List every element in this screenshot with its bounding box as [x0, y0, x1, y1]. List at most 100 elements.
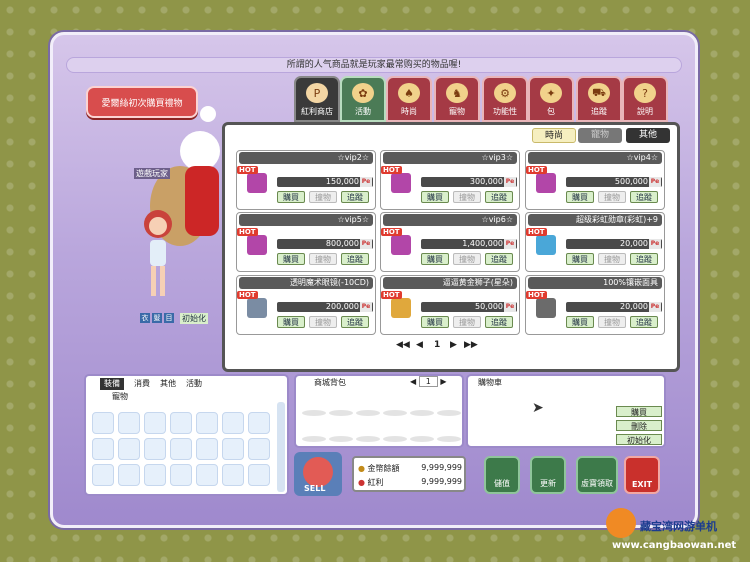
product-card[interactable]: ☆vip5☆ HOT 800,000 Pe 購買 撞物 追蹤 — [236, 212, 376, 272]
inventory-slot[interactable] — [118, 412, 140, 434]
buy-button[interactable]: 購買 — [421, 191, 449, 203]
product-card[interactable]: ☆vip6☆ HOT 1,400,000 Pe 購買 撞物 追蹤 — [380, 212, 520, 272]
inv-tab-pet[interactable]: 寵物 — [112, 391, 128, 402]
bag-slot[interactable] — [329, 410, 353, 416]
try-on-button[interactable]: 撞物 — [598, 191, 626, 203]
buy-button[interactable]: 購買 — [566, 191, 594, 203]
bag-slot[interactable] — [437, 410, 461, 416]
tab-bonus-shop[interactable]: P 紅利商店 — [294, 76, 340, 122]
try-on-button[interactable]: 撞物 — [453, 191, 481, 203]
track-button[interactable]: 追蹤 — [630, 316, 658, 328]
inventory-slot[interactable] — [144, 438, 166, 460]
last-page-icon[interactable]: ▶▶ — [464, 340, 478, 350]
tab-fashion[interactable]: ♠ 時尚 — [386, 76, 432, 122]
inventory-slot[interactable] — [144, 412, 166, 434]
inventory-slot[interactable] — [222, 438, 244, 460]
track-button[interactable]: 追蹤 — [341, 316, 369, 328]
cart-delete-button[interactable]: 刪除 — [616, 420, 662, 431]
bag-slot[interactable] — [383, 436, 407, 442]
try-on-button[interactable]: 撞物 — [309, 316, 337, 328]
inventory-slot[interactable] — [170, 412, 192, 434]
tab-bag[interactable]: ✦ 包 — [528, 76, 574, 122]
track-button[interactable]: 追蹤 — [485, 316, 513, 328]
tab-activity[interactable]: ✿ 活動 — [340, 76, 386, 122]
next-page-icon[interactable]: ▶ — [450, 340, 457, 350]
track-button[interactable]: 追蹤 — [630, 191, 658, 203]
bag-slot[interactable] — [329, 436, 353, 442]
topup-button[interactable]: 儲值 — [484, 456, 520, 494]
exit-button[interactable]: EXIT — [624, 456, 660, 494]
bag-prev-icon[interactable]: ◀ — [410, 377, 416, 386]
char-btn-2[interactable]: 髮 — [152, 313, 162, 323]
inventory-slot[interactable] — [92, 412, 114, 434]
inventory-slot[interactable] — [92, 438, 114, 460]
buy-button[interactable]: 購買 — [421, 316, 449, 328]
cart-buy-button[interactable]: 購買 — [616, 406, 662, 417]
buy-button[interactable]: 購買 — [421, 253, 449, 265]
product-card[interactable]: 超级彩虹勋章(彩虹)+9 HOT 20,000 Pe 購買 撞物 追蹤 — [525, 212, 665, 272]
product-card[interactable]: 100%镶嵌面具 HOT 20,000 Pe 購買 撞物 追蹤 — [525, 275, 665, 335]
track-button[interactable]: 追蹤 — [341, 191, 369, 203]
bag-slot[interactable] — [410, 410, 434, 416]
track-button[interactable]: 追蹤 — [485, 253, 513, 265]
try-on-button[interactable]: 撞物 — [453, 253, 481, 265]
track-button[interactable]: 追蹤 — [630, 253, 658, 265]
bag-slot[interactable] — [383, 410, 407, 416]
inventory-slot[interactable] — [170, 464, 192, 486]
char-btn-3[interactable]: 目 — [164, 313, 174, 323]
cart-reset-button[interactable]: 初始化 — [616, 434, 662, 445]
track-button[interactable]: 追蹤 — [341, 253, 369, 265]
inventory-slot[interactable] — [144, 464, 166, 486]
char-btn-1[interactable]: 衣 — [140, 313, 150, 323]
bag-slot[interactable] — [356, 436, 380, 442]
inventory-slot[interactable] — [118, 438, 140, 460]
product-card[interactable]: 透明魔术眼镜(-10CD) HOT 200,000 Pe 購買 撞物 追蹤 — [236, 275, 376, 335]
bag-slot[interactable] — [356, 410, 380, 416]
prev-page-icon[interactable]: ◀ — [416, 340, 423, 350]
try-on-button[interactable]: 撞物 — [598, 253, 626, 265]
try-on-button[interactable]: 撞物 — [598, 316, 626, 328]
inv-tab-event[interactable]: 活動 — [186, 378, 202, 390]
first-page-icon[interactable]: ◀◀ — [396, 340, 410, 350]
inventory-slot[interactable] — [248, 438, 270, 460]
inventory-slot[interactable] — [170, 438, 192, 460]
bag-slot[interactable] — [410, 436, 434, 442]
inventory-slot[interactable] — [196, 412, 218, 434]
subtab-fashion[interactable]: 時尚 — [532, 128, 576, 143]
inventory-slot[interactable] — [118, 464, 140, 486]
inventory-slot[interactable] — [196, 438, 218, 460]
inventory-scrollbar[interactable] — [277, 402, 285, 492]
tab-pet[interactable]: ♞ 寵物 — [434, 76, 480, 122]
inventory-slot[interactable] — [248, 464, 270, 486]
bag-slot[interactable] — [437, 436, 461, 442]
bag-slot[interactable] — [302, 410, 326, 416]
inv-tab-other[interactable]: 其他 — [160, 378, 176, 390]
product-card[interactable]: ☆vip3☆ HOT 300,000 Pe 購買 撞物 追蹤 — [380, 150, 520, 210]
subtab-other[interactable]: 其他 — [626, 128, 670, 143]
bag-next-icon[interactable]: ▶ — [440, 377, 446, 386]
tab-functional[interactable]: ⚙ 功能性 — [482, 76, 528, 122]
tab-help[interactable]: ? 說明 — [622, 76, 668, 122]
tab-track[interactable]: ⛟ 追蹤 — [576, 76, 622, 122]
product-card[interactable]: ☆vip4☆ HOT 500,000 Pe 購買 撞物 追蹤 — [525, 150, 665, 210]
inventory-slot[interactable] — [222, 412, 244, 434]
char-reset-button[interactable]: 初始化 — [180, 313, 208, 324]
buy-button[interactable]: 購買 — [277, 253, 305, 265]
track-button[interactable]: 追蹤 — [485, 191, 513, 203]
inventory-slot[interactable] — [222, 464, 244, 486]
buy-button[interactable]: 購買 — [277, 316, 305, 328]
inv-tab-equip[interactable]: 裝備 — [100, 378, 124, 390]
inv-tab-consume[interactable]: 消費 — [134, 378, 150, 390]
buy-button[interactable]: 購買 — [277, 191, 305, 203]
try-on-button[interactable]: 撞物 — [453, 316, 481, 328]
inventory-slot[interactable] — [248, 412, 270, 434]
sell-button[interactable]: SELL — [294, 452, 342, 496]
product-card[interactable]: ☆vip2☆ HOT 150,000 Pe 購買 撞物 追蹤 — [236, 150, 376, 210]
claim-button[interactable]: 虛寶領取 — [576, 456, 618, 494]
product-card[interactable]: 逼逼黄金狮子(星朵) HOT 50,000 Pe 購買 撞物 追蹤 — [380, 275, 520, 335]
subtab-pet[interactable]: 寵物 — [578, 128, 622, 143]
try-on-button[interactable]: 撞物 — [309, 191, 337, 203]
inventory-slot[interactable] — [196, 464, 218, 486]
buy-button[interactable]: 購買 — [566, 316, 594, 328]
refresh-button[interactable]: 更新 — [530, 456, 566, 494]
